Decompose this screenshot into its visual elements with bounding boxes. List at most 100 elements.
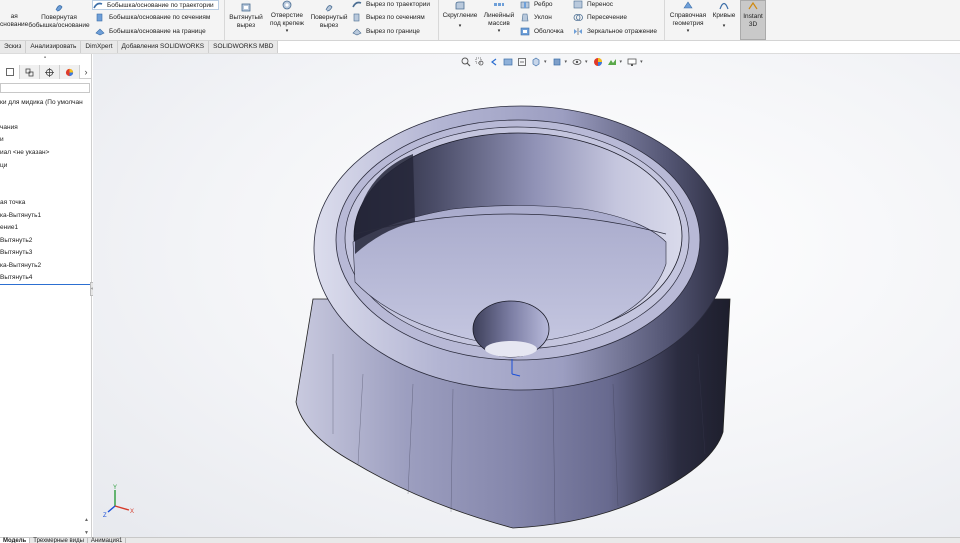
fillet-button[interactable]: Скругление ▾ (440, 0, 480, 32)
tab-animation[interactable]: Анимация1 (88, 538, 127, 543)
extruded-cut-icon (241, 3, 251, 12)
reference-geometry-icon (683, 1, 693, 9)
reference-geometry-dropdown-icon[interactable]: ▾ (687, 28, 690, 34)
fillet-icon (455, 1, 465, 10)
boss-base-label: ая снование (0, 13, 29, 28)
tab-solidworks-addins[interactable]: Добавления SOLIDWORKS (117, 41, 210, 53)
tree-scroll-up-icon[interactable]: ▲ (84, 517, 89, 523)
revolved-boss-button[interactable]: Повернутая бобышка/основание (26, 2, 92, 30)
boundary-boss-icon (95, 28, 105, 36)
feature-tree-item[interactable]: ка-Вытянуть2 (0, 262, 41, 269)
draft-icon (521, 13, 529, 22)
fillet-dropdown-icon[interactable]: ▾ (459, 20, 462, 32)
tab-configuration-manager[interactable] (40, 65, 60, 79)
hole-wizard-button[interactable]: Отверстие под крепеж ▾ (266, 0, 308, 34)
swept-cut-icon (352, 1, 362, 8)
center-hole-bottom (485, 341, 537, 357)
swept-boss-icon (93, 2, 103, 8)
extruded-cut-label: Вытянутый вырез (229, 14, 263, 29)
shell-button[interactable]: Оболочка (520, 27, 564, 36)
feature-tree-filter[interactable] (0, 83, 90, 93)
intersect-button[interactable]: Пересечение (573, 13, 627, 22)
graphics-area[interactable]: ▾ ▾ ▾ ▾ ▾ Y X Z (93, 54, 960, 538)
feature-tree-item[interactable]: Вытянуть3 (0, 249, 32, 256)
tab-dimxpert[interactable]: DimXpert (81, 41, 118, 53)
rib-icon (520, 1, 530, 9)
feature-tree-item[interactable]: ци (0, 162, 7, 169)
feature-tree-icon (5, 68, 14, 76)
boundary-cut-icon (352, 28, 362, 36)
panel-tabs-chevron-icon[interactable]: › (80, 65, 92, 78)
lofted-cut-button[interactable]: Вырез по сечениям (352, 13, 425, 22)
feature-tree-item[interactable]: иал <не указан> (0, 149, 49, 156)
hole-wizard-icon (282, 0, 292, 10)
linear-pattern-dropdown-icon[interactable]: ▾ (498, 28, 501, 34)
tab-solidworks-mbd[interactable]: SOLIDWORKS MBD (209, 41, 279, 53)
triad-z-axis (107, 505, 116, 513)
feature-tree-item[interactable]: и (0, 136, 4, 143)
intersect-label: Пересечение (587, 14, 628, 21)
shell-label: Оболочка (534, 28, 564, 35)
triad-y-label: Y (113, 485, 117, 491)
rollback-bar[interactable] (0, 284, 90, 285)
boss-base-button-partial[interactable]: ая снование (0, 13, 28, 29)
feature-tree-part[interactable]: ки для мидика (По умолчан (0, 99, 83, 106)
tree-scroll-down-icon[interactable]: ▼ (84, 530, 89, 536)
tab-3d-views[interactable]: Трехмерные виды (30, 538, 88, 543)
linear-pattern-button[interactable]: Линейный массив ▾ (480, 0, 518, 34)
feature-tree-item[interactable]: ка-Вытянуть1 (0, 212, 41, 219)
feature-manager-panel: ▪ › ки для мидика (По умолчан чания и иа… (0, 54, 92, 538)
tab-feature-tree[interactable] (0, 65, 20, 79)
revolved-boss-label: Повернутая бобышка/основание (28, 14, 90, 29)
hole-wizard-label: Отверстие под крепеж (269, 12, 305, 27)
swept-boss-button[interactable]: Бобышка/основание по траектории (92, 0, 219, 10)
command-manager-tabs: Эскиз Анализировать DimXpert Добавления … (0, 41, 960, 54)
rib-label: Ребро (534, 1, 553, 8)
feature-tree-item[interactable]: ая точка (0, 199, 25, 206)
revolved-cut-button[interactable]: Повернутый вырез (308, 2, 350, 30)
hole-wizard-dropdown-icon[interactable]: ▾ (286, 28, 289, 34)
intersect-icon (573, 14, 583, 21)
fillet-label: Скругление (442, 12, 478, 19)
ribbon-separator (224, 0, 225, 40)
draft-label: Уклон (534, 14, 552, 21)
feature-tree-item[interactable]: чания (0, 124, 18, 131)
rib-button[interactable]: Ребро (520, 0, 553, 9)
extruded-cut-button[interactable]: Вытянутый вырез (226, 2, 266, 30)
mirror-button[interactable]: Зеркальное отражение (573, 27, 657, 36)
mirror-label: Зеркальное отражение (587, 28, 658, 35)
feature-tree-item[interactable]: ение1 (0, 224, 18, 231)
property-manager-icon (25, 68, 34, 76)
feature-tree-item[interactable]: Вытянуть4 (0, 274, 32, 281)
wrap-icon (573, 0, 583, 9)
reference-geometry-button[interactable]: Справочная геометрия ▾ (666, 0, 710, 34)
lofted-boss-button[interactable]: Бобышка/основание по сечениям (95, 13, 210, 22)
wrap-button[interactable]: Перенос (573, 0, 613, 9)
feature-tree-item[interactable]: Вытянуть2 (0, 237, 32, 244)
instant3d-icon (748, 1, 758, 10)
lofted-cut-label: Вырез по сечениям (366, 14, 425, 21)
boundary-cut-button[interactable]: Вырез по границе (352, 27, 420, 36)
instant3d-button[interactable]: Instant 3D (740, 0, 766, 40)
part-model[interactable] (93, 54, 960, 538)
curves-dropdown-icon[interactable]: ▾ (723, 20, 726, 32)
reference-triad[interactable]: Y X Z (103, 484, 137, 518)
panel-tabs: › (0, 65, 92, 79)
tab-sketch[interactable]: Эскиз (0, 41, 27, 53)
tab-property-manager[interactable] (20, 65, 40, 79)
curves-icon (719, 2, 729, 10)
linear-pattern-icon (494, 3, 504, 6)
tab-evaluate[interactable]: Анализировать (26, 41, 82, 53)
swept-boss-label: Бобышка/основание по траектории (107, 1, 214, 9)
panel-collapse-handle[interactable]: ▪ (40, 55, 50, 61)
ribbon-separator (664, 0, 665, 40)
tab-model[interactable]: Модель (0, 538, 31, 543)
boundary-boss-label: Бобышка/основание на границе (109, 28, 206, 35)
draft-button[interactable]: Уклон (520, 13, 552, 22)
model-tabs: Модель Трехмерные виды Анимация1 (0, 537, 960, 543)
swept-cut-button[interactable]: Вырез по траектории (352, 0, 430, 9)
boundary-boss-button[interactable]: Бобышка/основание на границе (95, 27, 206, 36)
tab-display-manager[interactable] (60, 65, 80, 79)
curves-button[interactable]: Кривые ▾ (710, 0, 738, 32)
boundary-cut-label: Вырез по границе (366, 28, 420, 35)
